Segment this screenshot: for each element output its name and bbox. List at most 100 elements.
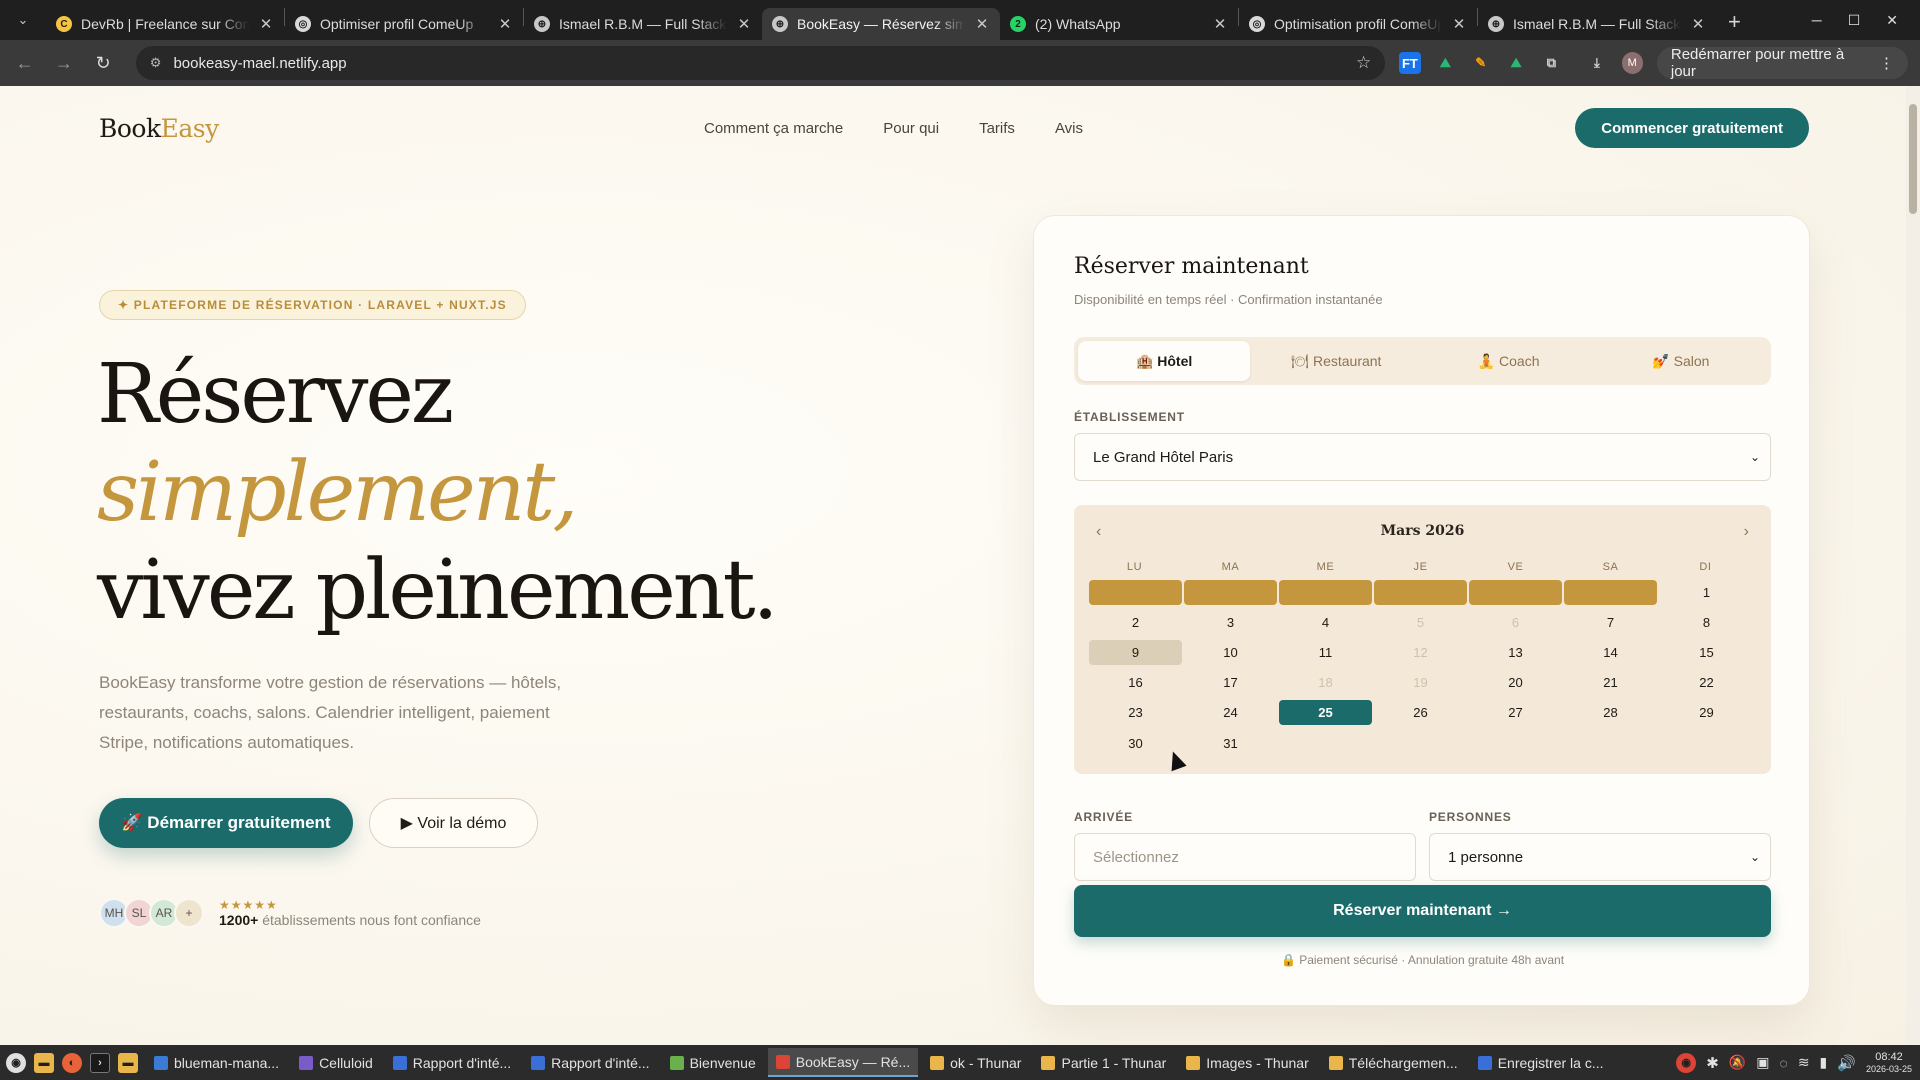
calendar-day[interactable]: 13 — [1469, 640, 1562, 665]
profile-avatar[interactable]: M — [1621, 52, 1643, 74]
new-tab-icon[interactable]: + — [1728, 9, 1741, 35]
calendar-day[interactable]: 1 — [1660, 580, 1753, 605]
calendar-day[interactable]: 20 — [1469, 670, 1562, 695]
scrollbar-thumb[interactable] — [1909, 104, 1917, 214]
calendar-day[interactable]: 3 — [1184, 610, 1277, 635]
extension-mountain-2-icon[interactable]: ⛰ — [1505, 52, 1526, 74]
watch-demo-button[interactable]: ▶ Voir la démo — [369, 798, 538, 848]
establishment-select[interactable]: Le Grand Hôtel Paris ⌄ — [1074, 433, 1771, 481]
taskbar-window-button[interactable]: Rapport d'inté... — [385, 1048, 519, 1077]
battery-icon[interactable]: ▮ — [1820, 1054, 1828, 1071]
nav-link-pricing[interactable]: Tarifs — [979, 120, 1015, 137]
address-bar[interactable]: ⚙ bookeasy-mael.netlify.app ☆ — [135, 46, 1386, 80]
calendar-day[interactable]: 2 — [1089, 610, 1182, 635]
calendar-day[interactable]: 31 — [1184, 731, 1277, 756]
arrival-input[interactable]: Sélectionnez — [1074, 833, 1416, 881]
next-month-icon[interactable]: › — [1744, 523, 1749, 541]
calendar-day-selected[interactable]: 25 — [1279, 700, 1372, 725]
calendar-day[interactable]: 10 — [1184, 640, 1277, 665]
start-free-button[interactable]: Commencer gratuitement — [1575, 108, 1809, 148]
minimize-icon[interactable]: ─ — [1812, 12, 1822, 28]
extension-pen-icon[interactable]: ✎ — [1470, 52, 1491, 74]
tab-close-icon[interactable]: ✕ — [974, 15, 990, 33]
nav-link-for-whom[interactable]: Pour qui — [883, 120, 939, 137]
browser-tab[interactable]: ⊕ BookEasy — Réservez simplement ✕ — [762, 8, 1000, 40]
more-menu-icon[interactable]: ⋮ — [1879, 54, 1894, 72]
browser-tab[interactable]: ◎ Optimisation profil ComeUp ✕ — [1239, 8, 1477, 40]
persons-select[interactable]: 1 personne ⌄ — [1429, 833, 1771, 881]
tab-search-icon[interactable]: ⌄ — [0, 0, 46, 40]
taskbar-window-button[interactable]: Enregistrer la c... — [1470, 1048, 1612, 1077]
firefox-launcher-icon[interactable]: ◐ — [62, 1052, 82, 1073]
tab-hotel[interactable]: 🏨 Hôtel — [1078, 341, 1251, 381]
browser-tab[interactable]: ⊕ Ismael R.B.M — Full Stack Developer ✕ — [524, 8, 762, 40]
download-icon[interactable]: ⤓ — [1586, 52, 1607, 74]
browser-tab[interactable]: ◎ Optimiser profil ComeUp ✕ — [285, 8, 523, 40]
maximize-icon[interactable]: ☐ — [1848, 12, 1861, 29]
reload-icon[interactable]: ↻ — [91, 53, 116, 74]
browser-tab[interactable]: 2 (2) WhatsApp ✕ — [1000, 8, 1238, 40]
volume-icon[interactable]: 🔊 — [1837, 1054, 1856, 1072]
network-icon[interactable]: ◌ — [1779, 1055, 1787, 1071]
bluetooth-icon[interactable]: ✱ — [1706, 1054, 1719, 1072]
calendar-day[interactable]: 14 — [1564, 640, 1657, 665]
calendar-day[interactable]: 4 — [1279, 610, 1372, 635]
calendar-day[interactable]: 28 — [1564, 700, 1657, 725]
calendar-day[interactable]: 17 — [1184, 670, 1277, 695]
book-now-button[interactable]: Réserver maintenant → — [1074, 885, 1771, 937]
clipboard-icon[interactable]: ▣ — [1756, 1054, 1769, 1071]
wifi-icon[interactable]: ≋ — [1798, 1054, 1810, 1071]
site-logo[interactable]: BookEasy — [99, 114, 219, 143]
calendar-day[interactable]: 27 — [1469, 700, 1562, 725]
forward-icon[interactable]: → — [51, 53, 76, 74]
folder-launcher-icon[interactable]: ▬ — [118, 1052, 138, 1073]
taskbar-window-button[interactable]: Celluloid — [291, 1048, 381, 1077]
calendar-day[interactable]: 7 — [1564, 610, 1657, 635]
extension-ft-icon[interactable]: FT — [1399, 52, 1421, 74]
site-info-icon[interactable]: ⚙ — [150, 55, 162, 71]
calendar-day[interactable]: 11 — [1279, 640, 1372, 665]
taskbar-window-button[interactable]: ok - Thunar — [922, 1048, 1029, 1077]
taskbar-window-button[interactable]: Images - Thunar — [1178, 1048, 1316, 1077]
nav-link-reviews[interactable]: Avis — [1055, 120, 1083, 137]
browser-tab[interactable]: ⊕ Ismael R.B.M — Full Stack Developer ✕ — [1478, 8, 1716, 40]
taskbar-window-button[interactable]: BookEasy — Ré... — [767, 1048, 919, 1077]
update-button[interactable]: Redémarrer pour mettre à jour ⋮ — [1656, 46, 1908, 80]
nav-link-how-it-works[interactable]: Comment ça marche — [704, 120, 843, 137]
calendar-day[interactable]: 24 — [1184, 700, 1277, 725]
page-scrollbar[interactable] — [1906, 86, 1920, 1045]
notifications-off-icon[interactable]: 🔕 — [1729, 1054, 1746, 1071]
tab-close-icon[interactable]: ✕ — [1212, 15, 1228, 33]
tab-close-icon[interactable]: ✕ — [258, 15, 274, 33]
calendar-day[interactable]: 8 — [1660, 610, 1753, 635]
calendar-day[interactable]: 26 — [1374, 700, 1467, 725]
extensions-puzzle-icon[interactable]: ⧉ — [1541, 52, 1562, 74]
calendar-day[interactable]: 21 — [1564, 670, 1657, 695]
calendar-day[interactable]: 15 — [1660, 640, 1753, 665]
back-icon[interactable]: ← — [12, 53, 37, 74]
tab-close-icon[interactable]: ✕ — [1690, 15, 1706, 33]
taskbar-window-button[interactable]: Rapport d'inté... — [523, 1048, 657, 1077]
tab-coach[interactable]: 🧘 Coach — [1423, 341, 1595, 381]
files-launcher-icon[interactable]: ▬ — [34, 1052, 54, 1073]
tab-salon[interactable]: 💅 Salon — [1595, 341, 1767, 381]
browser-tab[interactable]: C DevRb | Freelance sur ComeUp ✕ — [46, 8, 284, 40]
taskbar-window-button[interactable]: Partie 1 - Thunar — [1033, 1048, 1174, 1077]
tab-close-icon[interactable]: ✕ — [497, 15, 513, 33]
taskbar-window-button[interactable]: Bienvenue — [662, 1048, 764, 1077]
taskbar-window-button[interactable]: blueman-mana... — [146, 1048, 287, 1077]
close-window-icon[interactable]: ✕ — [1886, 12, 1898, 29]
chrome-tray-icon[interactable]: ◉ — [1676, 1052, 1697, 1073]
calendar-day[interactable]: 22 — [1660, 670, 1753, 695]
app-menu-icon[interactable]: ◉ — [6, 1052, 26, 1073]
calendar-day[interactable]: 29 — [1660, 700, 1753, 725]
bookmark-star-icon[interactable]: ☆ — [1356, 53, 1371, 73]
calendar-day[interactable]: 16 — [1089, 670, 1182, 695]
taskbar-window-button[interactable]: Téléchargemen... — [1321, 1048, 1466, 1077]
extension-mountain-icon[interactable]: ⛰ — [1435, 52, 1456, 74]
clock[interactable]: 08:42 2026-03-25 — [1866, 1051, 1912, 1075]
tab-restaurant[interactable]: 🍽 Restaurant — [1250, 341, 1422, 381]
tab-close-icon[interactable]: ✕ — [1451, 15, 1467, 33]
calendar-day[interactable]: 9 — [1089, 640, 1182, 665]
start-free-hero-button[interactable]: 🚀 Démarrer gratuitement — [99, 798, 353, 848]
